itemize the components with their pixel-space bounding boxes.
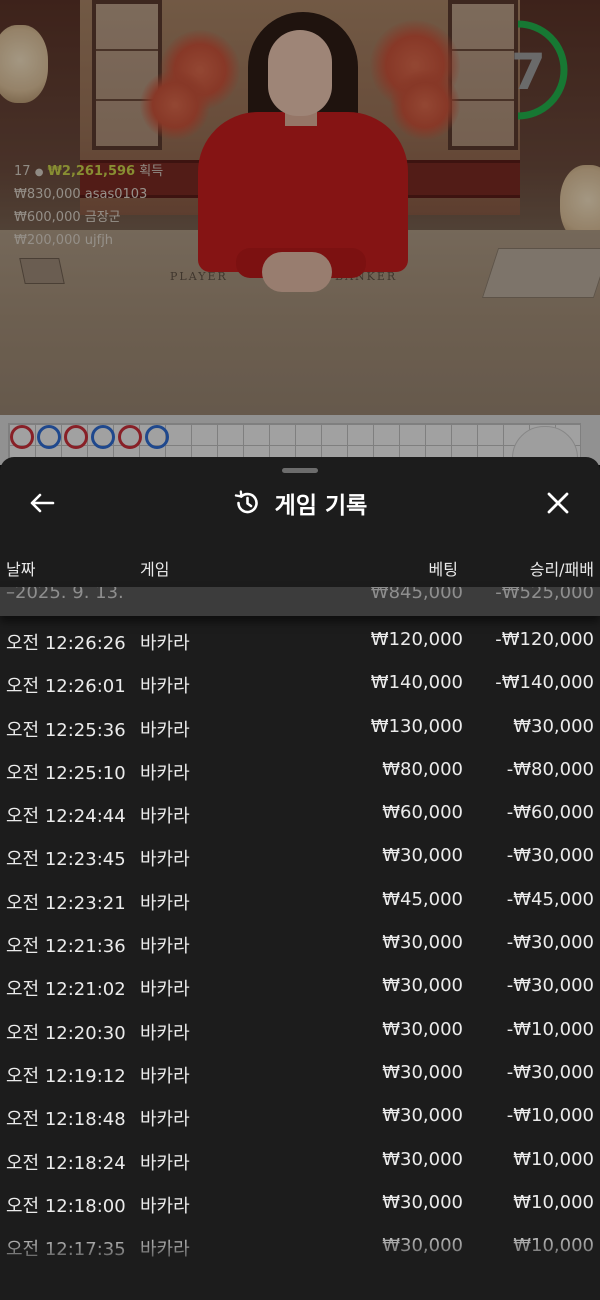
row-game: 바카라	[140, 892, 190, 914]
row-time: 오전 12:21:36	[6, 936, 126, 958]
history-row[interactable]: 오전 12:18:24 바카라 ₩30,000 ₩10,000	[0, 1139, 600, 1182]
history-row[interactable]: 오전 12:19:12 바카라 ₩30,000 -₩30,000	[0, 1052, 600, 1095]
row-result: ₩10,000	[513, 1235, 594, 1257]
row-bet: ₩80,000	[382, 758, 463, 780]
back-button[interactable]	[22, 485, 62, 521]
row-time: 오전 12:20:30	[6, 1022, 126, 1044]
row-bet: ₩30,000	[382, 975, 463, 997]
column-header-bet: 베팅	[428, 560, 458, 579]
history-table-header: 날짜 게임 베팅 승리/패배	[0, 552, 600, 582]
row-result: -₩60,000	[506, 802, 594, 824]
row-time: 오전 12:26:26	[6, 633, 126, 654]
row-bet: ₩30,000	[382, 845, 463, 867]
row-bet: ₩30,000	[382, 932, 463, 954]
row-result: -₩80,000	[506, 758, 594, 780]
history-rows: 오전 12:26:26 바카라 ₩120,000 -₩120,000 오전 12:26:…	[0, 619, 600, 1268]
history-row[interactable]: 오전 12:26:26 바카라 ₩120,000 -₩120,000	[0, 619, 600, 662]
sheet-title: 게임 기록	[274, 493, 368, 519]
row-game: 바카라	[140, 936, 190, 958]
row-result: -₩10,000	[506, 1105, 594, 1127]
row-bet: ₩30,000	[382, 1191, 463, 1213]
date-summary-row[interactable]: –2025. 9. 13. ₩845,000 -₩525,000	[0, 587, 600, 616]
row-time: 오전 12:23:21	[6, 892, 126, 914]
history-row[interactable]: 오전 12:26:01 바카라 ₩140,000 -₩140,000	[0, 662, 600, 705]
row-time: 오전 12:19:12	[6, 1065, 126, 1087]
row-game: 바카라	[140, 633, 190, 654]
close-icon	[547, 492, 569, 514]
row-game: 바카라	[140, 762, 190, 784]
row-game: 바카라	[140, 1109, 190, 1131]
column-header-game: 게임	[140, 560, 170, 579]
row-result: -₩120,000	[495, 629, 594, 650]
row-result: -₩45,000	[506, 888, 594, 910]
row-time: 오전 12:24:44	[6, 806, 126, 828]
column-header-result: 승리/패배	[529, 560, 594, 579]
row-game: 바카라	[140, 849, 190, 871]
history-row[interactable]: 오전 12:17:35 바카라 ₩30,000 ₩10,000	[0, 1225, 600, 1268]
row-time: 오전 12:18:00	[6, 1195, 126, 1217]
row-bet: ₩130,000	[370, 715, 463, 737]
sheet-drag-handle[interactable]	[282, 468, 318, 473]
row-bet: ₩30,000	[382, 1148, 463, 1170]
summary-bet-total: ₩845,000	[370, 587, 463, 603]
row-bet: ₩30,000	[382, 1105, 463, 1127]
row-game: 바카라	[140, 806, 190, 828]
history-icon	[233, 489, 261, 517]
history-row[interactable]: 오전 12:24:44 바카라 ₩60,000 -₩60,000	[0, 792, 600, 835]
row-bet: ₩120,000	[370, 629, 463, 650]
row-time: 오전 12:25:10	[6, 762, 126, 784]
row-result: ₩10,000	[513, 1148, 594, 1170]
row-time: 오전 12:17:35	[6, 1239, 126, 1261]
row-bet: ₩30,000	[382, 1061, 463, 1083]
row-bet: ₩30,000	[382, 1018, 463, 1040]
game-history-sheet: 게임 기록 날짜 게임 베팅 승리/패배 –2025. 9. 13. ₩845,…	[0, 457, 600, 1300]
row-game: 바카라	[140, 1022, 190, 1044]
row-time: 오전 12:26:01	[6, 676, 126, 698]
row-game: 바카라	[140, 719, 190, 741]
row-time: 오전 12:21:02	[6, 979, 126, 1001]
row-game: 바카라	[140, 1195, 190, 1217]
arrow-left-icon	[30, 493, 55, 513]
history-row[interactable]: 오전 12:23:21 바카라 ₩45,000 -₩45,000	[0, 879, 600, 922]
history-row[interactable]: 오전 12:21:02 바카라 ₩30,000 -₩30,000	[0, 965, 600, 1008]
row-result: -₩10,000	[506, 1018, 594, 1040]
row-bet: ₩60,000	[382, 802, 463, 824]
modal-backdrop[interactable]	[0, 0, 600, 470]
sheet-header: 게임 기록	[0, 485, 600, 521]
row-result: -₩30,000	[506, 932, 594, 954]
row-game: 바카라	[140, 1239, 190, 1261]
row-result: -₩30,000	[506, 1061, 594, 1083]
history-row[interactable]: 오전 12:23:45 바카라 ₩30,000 -₩30,000	[0, 835, 600, 878]
history-row[interactable]: 오전 12:25:36 바카라 ₩130,000 ₩30,000	[0, 706, 600, 749]
row-time: 오전 12:23:45	[6, 849, 126, 871]
row-time: 오전 12:18:24	[6, 1152, 126, 1174]
row-game: 바카라	[140, 676, 190, 698]
row-bet: ₩140,000	[370, 672, 463, 694]
row-bet: ₩30,000	[382, 1235, 463, 1257]
row-game: 바카라	[140, 1152, 190, 1174]
row-result: -₩30,000	[506, 975, 594, 997]
row-bet: ₩45,000	[382, 888, 463, 910]
history-row[interactable]: 오전 12:20:30 바카라 ₩30,000 -₩10,000	[0, 1009, 600, 1052]
history-row[interactable]: 오전 12:18:00 바카라 ₩30,000 ₩10,000	[0, 1182, 600, 1225]
row-time: 오전 12:18:48	[6, 1109, 126, 1131]
row-game: 바카라	[140, 1065, 190, 1087]
history-row[interactable]: 오전 12:18:48 바카라 ₩30,000 -₩10,000	[0, 1095, 600, 1138]
row-result: ₩10,000	[513, 1191, 594, 1213]
row-game: 바카라	[140, 979, 190, 1001]
row-result: -₩140,000	[495, 672, 594, 694]
row-time: 오전 12:25:36	[6, 719, 126, 741]
summary-date: –2025. 9. 13.	[6, 587, 124, 603]
column-header-date: 날짜	[6, 560, 36, 579]
summary-result-total: -₩525,000	[495, 587, 594, 603]
history-row[interactable]: 오전 12:21:36 바카라 ₩30,000 -₩30,000	[0, 922, 600, 965]
row-result: ₩30,000	[513, 715, 594, 737]
close-button[interactable]	[538, 485, 578, 521]
history-row[interactable]: 오전 12:25:10 바카라 ₩80,000 -₩80,000	[0, 749, 600, 792]
row-result: -₩30,000	[506, 845, 594, 867]
